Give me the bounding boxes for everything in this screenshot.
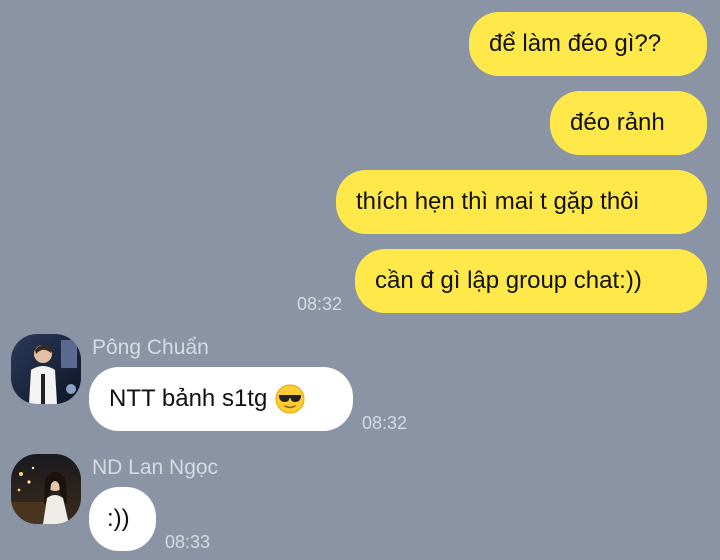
message-text: NTT bảnh s1tg	[109, 385, 268, 412]
incoming-message-bubble[interactable]: NTT bảnh s1tg	[89, 367, 353, 431]
message-text: cần đ gì lập group chat:))	[375, 267, 642, 294]
message-text: để làm đéo gì??	[489, 30, 662, 57]
message-text: thích hẹn thì mai t gặp thôi	[356, 188, 639, 215]
sender-name: Pông Chuẩn	[92, 336, 209, 359]
outgoing-message-bubble[interactable]: để làm đéo gì??	[469, 12, 707, 76]
outgoing-message-bubble[interactable]: thích hẹn thì mai t gặp thôi	[336, 170, 707, 234]
outgoing-message-bubble[interactable]: cần đ gì lập group chat:))	[355, 249, 707, 313]
sender-avatar[interactable]	[11, 334, 81, 404]
message-text: :))	[107, 505, 130, 532]
message-timestamp: 08:32	[362, 413, 408, 433]
outgoing-message-bubble[interactable]: đéo rảnh	[550, 91, 707, 155]
sender-avatar[interactable]	[11, 454, 81, 524]
sunglasses-face-icon	[275, 384, 305, 414]
message-timestamp: 08:33	[165, 532, 211, 552]
sender-name: ND Lan Ngọc	[92, 456, 219, 479]
message-text: đéo rảnh	[570, 109, 665, 136]
message-timestamp: 08:32	[297, 294, 343, 314]
incoming-message-bubble[interactable]: :))	[89, 487, 156, 551]
avatar-image	[11, 334, 81, 404]
avatar-image	[11, 454, 81, 524]
